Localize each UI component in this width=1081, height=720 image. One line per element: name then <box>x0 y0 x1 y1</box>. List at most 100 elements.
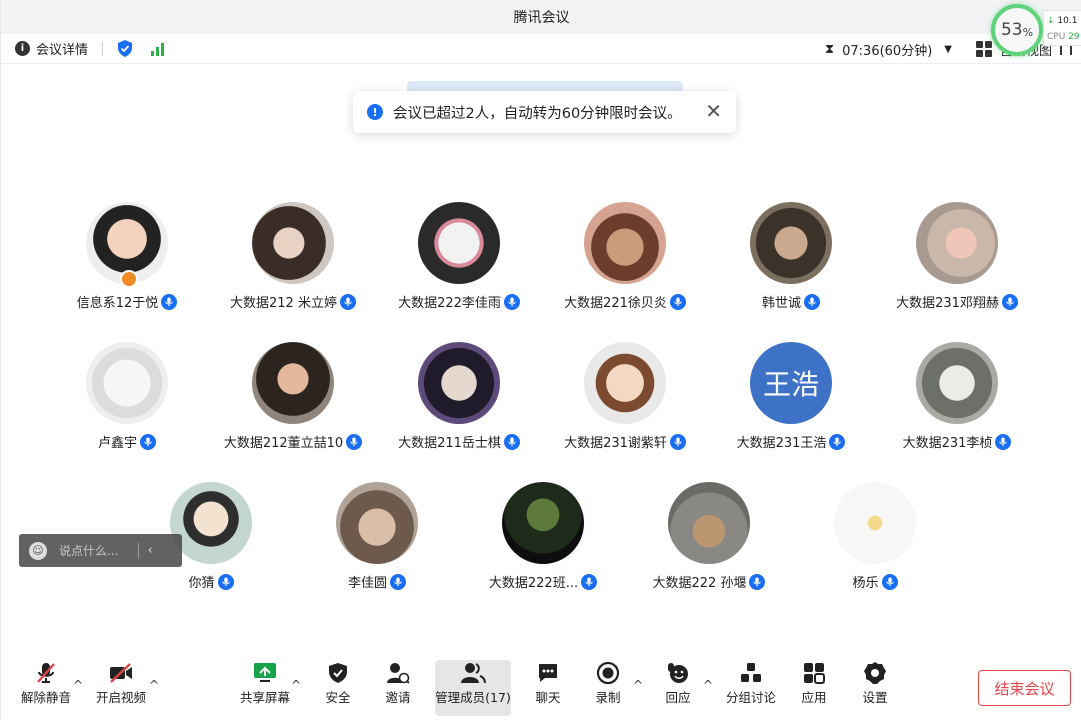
participant-name: 李佳圆 <box>347 576 387 591</box>
participant-name-row: 韩世诚 <box>708 292 874 311</box>
avatar <box>834 482 916 564</box>
cpu-percent: 53 <box>1000 20 1023 40</box>
apps-icon <box>804 662 825 684</box>
avatar <box>584 202 666 284</box>
mic-icon <box>829 433 846 450</box>
share-screen-button[interactable]: 共享屏幕 <box>235 660 295 716</box>
record-button[interactable]: 录制 <box>583 660 633 716</box>
reaction-label: 回应 <box>665 690 691 705</box>
breakout-button[interactable]: 分组讨论 <box>723 660 779 716</box>
participant-tile[interactable]: 大数据221徐贝炎 <box>542 202 708 322</box>
members-icon <box>461 662 486 683</box>
participant-tile[interactable]: 大数据211岳士棋 <box>376 342 542 462</box>
chat-placeholder[interactable]: 说点什么... <box>59 542 118 559</box>
participant-tile[interactable]: 李佳圆 <box>294 482 460 602</box>
cpu-usage-widget[interactable]: 53% <box>991 4 1043 56</box>
participant-tile[interactable]: 王浩 大数据231王浩 <box>708 342 874 462</box>
close-icon[interactable]: ✕ <box>705 101 722 121</box>
record-icon <box>596 661 620 684</box>
divider <box>102 41 104 56</box>
participant-tile[interactable]: 大数据212董立喆10 <box>210 342 376 462</box>
avatar <box>750 202 832 284</box>
participant-tile[interactable]: 大数据231谢紫轩 <box>542 342 708 462</box>
mic-icon <box>503 433 520 450</box>
mic-icon <box>161 293 178 310</box>
avatar <box>418 202 500 284</box>
participant-name-row: 大数据212 米立婷 <box>210 292 376 311</box>
info-icon[interactable]: i <box>15 41 30 56</box>
mic-icon <box>881 573 898 590</box>
participant-tile[interactable]: 大数据222李佳雨 <box>376 202 542 322</box>
avatar: 王浩 <box>750 342 832 424</box>
record-label: 录制 <box>595 690 621 705</box>
apps-button[interactable]: 应用 <box>791 660 837 716</box>
chevron-up-icon[interactable]: ^ <box>73 678 83 692</box>
security-button[interactable]: 安全 <box>313 660 363 716</box>
meeting-details-link[interactable]: 会议详情 <box>36 39 88 58</box>
settings-button[interactable]: 设置 <box>851 660 899 716</box>
chevron-left-icon[interactable]: ‹ <box>147 543 152 558</box>
participant-name: 卢鑫宇 <box>97 436 137 451</box>
grid-view-icon[interactable] <box>975 41 992 57</box>
start-video-button[interactable]: 开启视频 <box>91 660 151 716</box>
emoji-icon[interactable]: ☺ <box>29 541 47 560</box>
gear-icon <box>864 661 886 684</box>
chevron-up-icon[interactable]: ^ <box>149 678 159 692</box>
invite-button[interactable]: 邀请 <box>373 660 423 716</box>
share-screen-icon <box>254 662 276 682</box>
breakout-rooms-icon <box>741 662 761 682</box>
participant-tile[interactable]: 大数据212 米立婷 <box>210 202 376 322</box>
avatar <box>916 342 998 424</box>
participant-name-row: 杨乐 <box>792 572 958 591</box>
avatar <box>418 342 500 424</box>
invite-label: 邀请 <box>385 690 411 705</box>
net-speed: 10.1 <box>1057 16 1078 26</box>
participant-tile[interactable]: 卢鑫宇 <box>44 342 210 462</box>
window-title: 腾讯会议 <box>513 10 570 26</box>
chevron-up-icon[interactable]: ^ <box>703 678 713 692</box>
chat-input-bubble[interactable]: ☺ 说点什么... ‹ <box>19 534 182 567</box>
mic-muted-icon <box>37 662 55 683</box>
participant-name-row: 你猜 <box>128 572 294 591</box>
participant-tile[interactable]: 大数据231李桢 <box>874 342 1040 462</box>
participant-name: 大数据231邓翔赫 <box>896 296 999 311</box>
chat-label: 聊天 <box>535 690 561 705</box>
unmute-button[interactable]: 解除静音 <box>15 660 77 716</box>
mic-icon <box>804 293 820 310</box>
participant-name-row: 大数据231李桢 <box>874 432 1040 451</box>
end-meeting-button[interactable]: 结束会议 <box>978 670 1071 706</box>
shield-icon[interactable] <box>117 40 133 57</box>
avatar <box>252 342 334 424</box>
download-arrow-icon: ↓ <box>1047 16 1055 26</box>
participant-tile[interactable]: 韩世诚 <box>708 202 874 322</box>
mic-icon <box>140 433 156 450</box>
participant-tile[interactable]: 杨乐 <box>792 482 958 602</box>
participant-tile[interactable]: 大数据231邓翔赫 <box>874 202 1040 322</box>
cpu-panel: ↓ 10.1 CPU 29 <box>1043 10 1081 46</box>
participant-name-row: 大数据211岳士棋 <box>376 432 542 451</box>
participant-tile[interactable]: 大数据222班... <box>460 482 626 602</box>
unmute-label: 解除静音 <box>20 690 71 705</box>
bottom-toolbar: 解除静音 ^ 开启视频 ^ 共享屏幕 ^ 安全 邀请 管理成员(17) 聊天 录… <box>1 660 1081 720</box>
reaction-button[interactable]: 回应 <box>653 660 703 716</box>
info-bar: i 会议详情 ⧗ 07:36(60分钟) ▼ 宫格视图 <box>1 34 1081 64</box>
settings-label: 设置 <box>862 690 888 705</box>
participant-name-row: 卢鑫宇 <box>44 432 210 451</box>
manage-members-button[interactable]: 管理成员(17) <box>435 660 511 716</box>
chevron-up-icon[interactable]: ^ <box>633 678 643 692</box>
avatar <box>252 202 334 284</box>
signal-strength-icon[interactable] <box>151 42 165 56</box>
chevron-up-icon[interactable]: ^ <box>291 678 301 692</box>
avatar <box>336 482 418 564</box>
participant-tile[interactable]: 大数据222 孙堰 <box>626 482 792 602</box>
reaction-hand-icon <box>668 662 688 683</box>
participant-tile[interactable]: 信息系12于悦 <box>44 202 210 322</box>
breakout-label: 分组讨论 <box>725 690 776 705</box>
mic-icon <box>749 573 766 590</box>
mic-icon <box>339 293 356 310</box>
chat-button[interactable]: 聊天 <box>523 660 573 716</box>
mic-icon <box>669 433 686 450</box>
chevron-down-icon[interactable]: ▼ <box>944 44 952 55</box>
info-icon: ! <box>367 104 383 120</box>
avatar <box>86 342 168 424</box>
